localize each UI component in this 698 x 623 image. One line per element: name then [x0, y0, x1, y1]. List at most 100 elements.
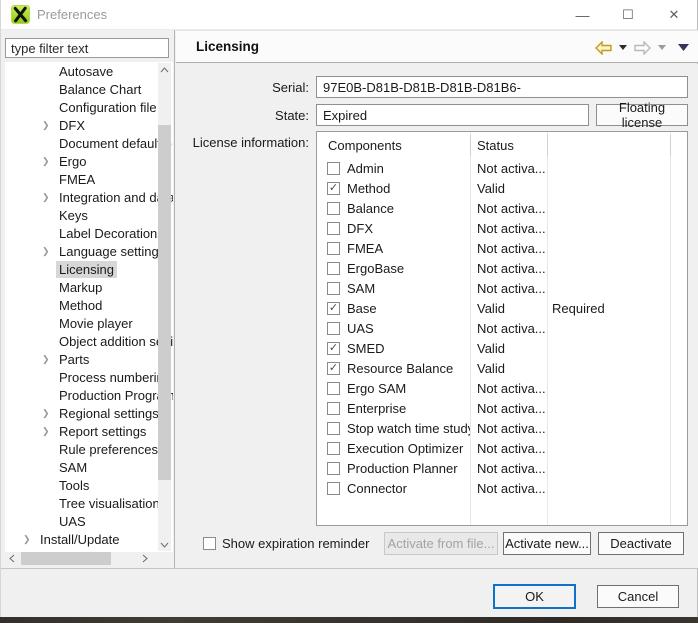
floating-license-button[interactable]: Floating license — [596, 104, 688, 126]
component-checkbox[interactable] — [327, 222, 340, 235]
show-expiration-reminder[interactable]: Show expiration reminder — [203, 536, 369, 551]
tree-item-tools[interactable]: Tools — [5, 476, 173, 494]
table-row[interactable]: FMEANot activa... — [317, 238, 687, 258]
tree-item-keys[interactable]: Keys — [5, 206, 173, 224]
tree-item-object-addition-setti[interactable]: Object addition setti — [5, 332, 173, 350]
tree-item-method[interactable]: Method — [5, 296, 173, 314]
scroll-down-icon[interactable] — [158, 538, 171, 551]
table-row[interactable]: BalanceNot activa... — [317, 198, 687, 218]
tree-item-parts[interactable]: ❯Parts — [5, 350, 173, 368]
tree-item-label-decorations[interactable]: Label Decorations — [5, 224, 173, 242]
tree-item-configuration-file-lo[interactable]: Configuration file lo — [5, 98, 173, 116]
tree-item-label: Install/Update — [37, 531, 123, 548]
component-checkbox[interactable]: ✓ — [327, 302, 340, 315]
component-checkbox[interactable]: ✓ — [327, 362, 340, 375]
tree-item-movie-player[interactable]: Movie player — [5, 314, 173, 332]
cancel-button[interactable]: Cancel — [597, 585, 679, 608]
tree-item-document-default-p[interactable]: Document default p — [5, 134, 173, 152]
component-checkbox[interactable] — [327, 422, 340, 435]
tree-item-dfx[interactable]: ❯DFX — [5, 116, 173, 134]
tree-scrollbar-thumb[interactable] — [158, 125, 171, 480]
component-checkbox[interactable] — [327, 242, 340, 255]
table-row[interactable]: Stop watch time studyNot activa... — [317, 418, 687, 438]
tree-item-tree-visualisations[interactable]: Tree visualisations — [5, 494, 173, 512]
table-row[interactable]: Production PlannerNot activa... — [317, 458, 687, 478]
expand-chevron-icon[interactable]: ❯ — [42, 188, 56, 206]
back-dropdown-icon[interactable] — [619, 45, 627, 50]
tree-item-ergo[interactable]: ❯Ergo — [5, 152, 173, 170]
tree-item-production-program[interactable]: Production Program — [5, 386, 173, 404]
tree-vertical-scrollbar[interactable] — [158, 63, 171, 551]
tree-item-report-settings[interactable]: ❯Report settings — [5, 422, 173, 440]
tree-item-uas[interactable]: UAS — [5, 512, 173, 530]
expand-chevron-icon[interactable]: ❯ — [42, 404, 56, 422]
component-checkbox[interactable] — [327, 202, 340, 215]
table-row[interactable]: ✓Resource BalanceValid — [317, 358, 687, 378]
scroll-up-icon[interactable] — [158, 63, 171, 76]
tree-item-label: Report settings — [56, 423, 149, 440]
component-checkbox[interactable] — [327, 162, 340, 175]
deactivate-button[interactable]: Deactivate — [598, 532, 684, 555]
component-checkbox[interactable] — [327, 262, 340, 275]
tree-item-markup[interactable]: Markup — [5, 278, 173, 296]
scroll-left-icon[interactable] — [5, 552, 18, 565]
expand-chevron-icon[interactable]: ❯ — [23, 530, 37, 548]
serial-field[interactable] — [316, 76, 688, 98]
component-status: Valid — [470, 341, 547, 356]
table-row[interactable]: DFXNot activa... — [317, 218, 687, 238]
tree-item-process-numbering-w[interactable]: Process numbering w — [5, 368, 173, 386]
tree-item-licensing[interactable]: Licensing — [5, 260, 173, 278]
table-row[interactable]: UASNot activa... — [317, 318, 687, 338]
back-arrow-icon[interactable] — [594, 41, 613, 55]
expand-chevron-icon[interactable]: ❯ — [42, 116, 56, 134]
tree-item-sam[interactable]: SAM — [5, 458, 173, 476]
tree-item-install-update[interactable]: ❯Install/Update — [5, 530, 173, 548]
table-row[interactable]: ✓MethodValid — [317, 178, 687, 198]
maximize-button[interactable]: ☐ — [605, 0, 651, 30]
tree-item-fmea[interactable]: FMEA — [5, 170, 173, 188]
tree-item-integration-and-data[interactable]: ❯Integration and data — [5, 188, 173, 206]
license-information-label: License information: — [176, 135, 309, 150]
activate-new-button[interactable]: Activate new... — [503, 532, 591, 555]
component-checkbox[interactable] — [327, 462, 340, 475]
ok-button[interactable]: OK — [493, 584, 576, 609]
table-row[interactable]: SAMNot activa... — [317, 278, 687, 298]
component-checkbox[interactable] — [327, 322, 340, 335]
expand-chevron-icon[interactable]: ❯ — [42, 350, 56, 368]
tree-hscrollbar-thumb[interactable] — [21, 552, 111, 565]
table-row[interactable]: EnterpriseNot activa... — [317, 398, 687, 418]
table-row[interactable]: AdminNot activa... — [317, 158, 687, 178]
tree-item-autosave[interactable]: Autosave — [5, 62, 173, 80]
filter-input[interactable] — [5, 38, 169, 58]
tree-item-balance-chart[interactable]: Balance Chart — [5, 80, 173, 98]
component-checkbox[interactable] — [327, 482, 340, 495]
tree-item-regional-settings[interactable]: ❯Regional settings — [5, 404, 173, 422]
component-checkbox[interactable] — [327, 382, 340, 395]
tree-item-label: Rule preferences — [56, 441, 161, 458]
expand-chevron-icon[interactable]: ❯ — [42, 152, 56, 170]
component-checkbox[interactable] — [327, 402, 340, 415]
tree-horizontal-scrollbar[interactable] — [5, 552, 153, 565]
table-row[interactable]: ✓BaseValidRequired — [317, 298, 687, 318]
forward-arrow-icon[interactable] — [633, 41, 652, 55]
component-checkbox[interactable]: ✓ — [327, 342, 340, 355]
state-field[interactable] — [316, 104, 589, 126]
component-checkbox[interactable] — [327, 442, 340, 455]
tree-item-rule-preferences[interactable]: Rule preferences — [5, 440, 173, 458]
expand-chevron-icon[interactable]: ❯ — [42, 242, 56, 260]
table-row[interactable]: Execution OptimizerNot activa... — [317, 438, 687, 458]
component-checkbox[interactable] — [327, 282, 340, 295]
expand-chevron-icon[interactable]: ❯ — [42, 422, 56, 440]
component-checkbox[interactable]: ✓ — [327, 182, 340, 195]
forward-dropdown-icon[interactable] — [658, 45, 666, 50]
close-button[interactable]: ✕ — [651, 0, 697, 30]
view-menu-icon[interactable] — [678, 44, 689, 51]
table-row[interactable]: ✓SMEDValid — [317, 338, 687, 358]
tree-item-language-settings[interactable]: ❯Language settings — [5, 242, 173, 260]
scroll-right-icon[interactable] — [138, 552, 151, 565]
show-expiration-checkbox[interactable] — [203, 537, 216, 550]
table-row[interactable]: Ergo SAMNot activa... — [317, 378, 687, 398]
table-row[interactable]: ConnectorNot activa... — [317, 478, 687, 498]
table-row[interactable]: ErgoBaseNot activa... — [317, 258, 687, 278]
minimize-button[interactable]: — — [559, 0, 605, 30]
